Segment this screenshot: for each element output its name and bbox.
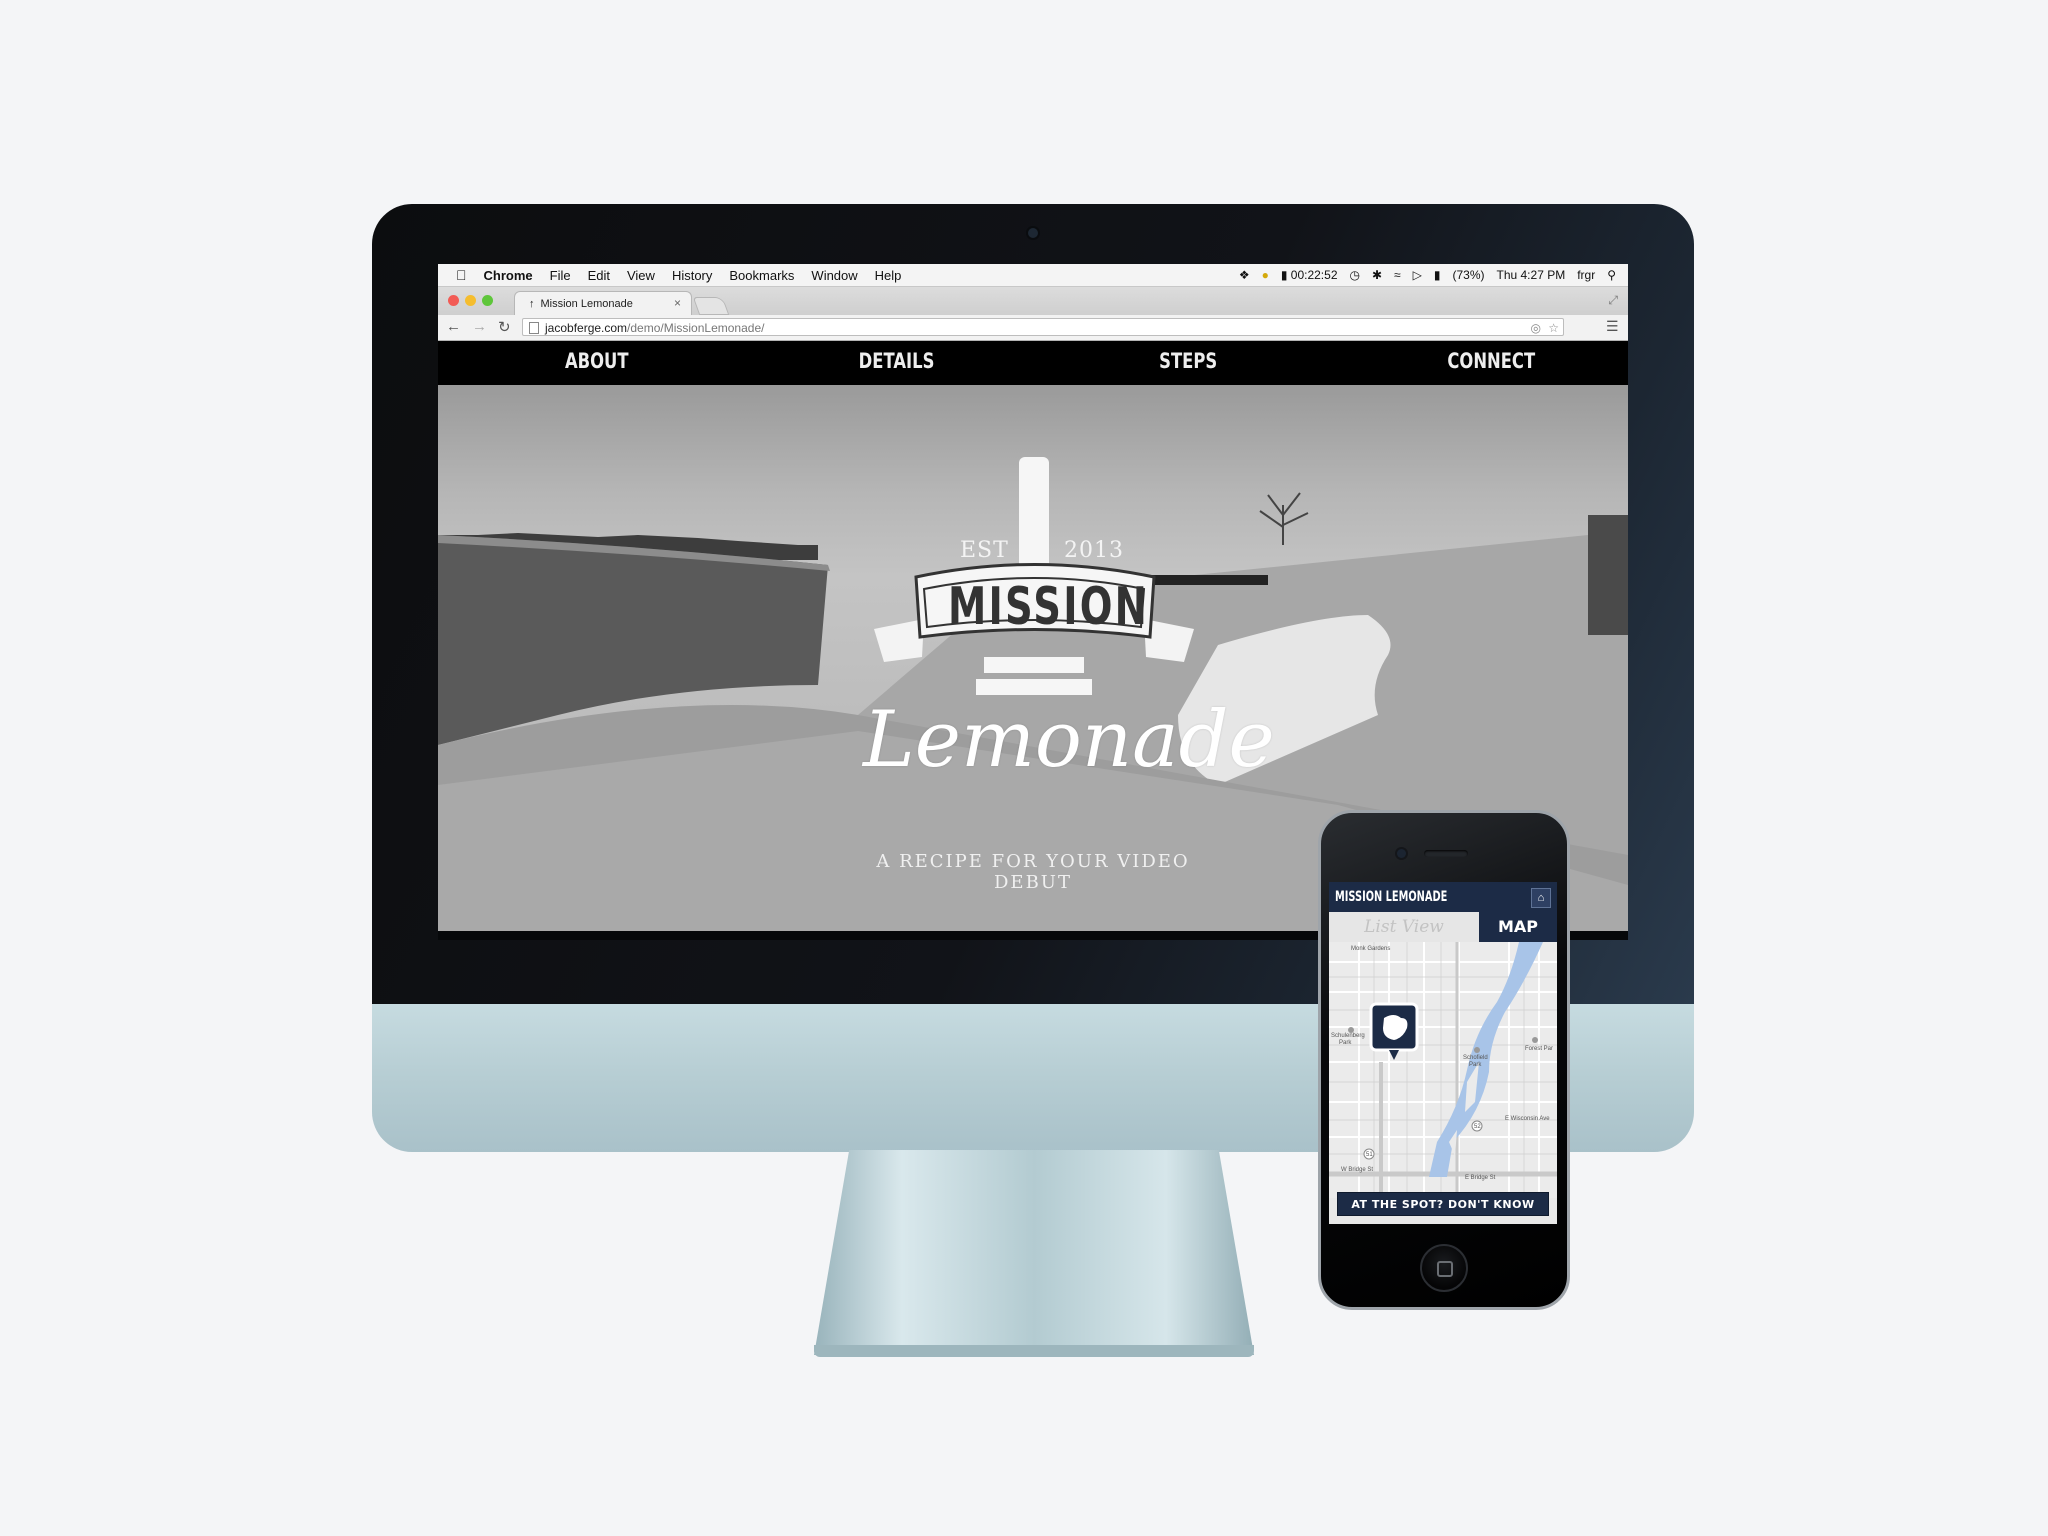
close-window-button[interactable]	[448, 295, 459, 306]
mac-menubar:  Chrome File Edit View History Bookmark…	[438, 264, 1628, 287]
tab-list-view[interactable]: List View	[1329, 912, 1479, 942]
browser-toolbar: ← → ↻ jacobferge.com/demo/MissionLemonad…	[438, 315, 1628, 341]
iphone-speaker	[1424, 850, 1468, 857]
hero-year: 2013	[1064, 538, 1124, 563]
tab-favicon-icon: ↑	[529, 297, 535, 310]
tab-close-icon[interactable]: ×	[674, 296, 681, 310]
nav-steps[interactable]: STEPS	[1159, 349, 1217, 373]
imac-stand	[814, 1150, 1254, 1355]
menu-bookmarks[interactable]: Bookmarks	[729, 268, 794, 283]
apple-menu-icon[interactable]: 	[456, 267, 467, 283]
battery-percent: (73%)	[1452, 268, 1485, 282]
map-label-e-bridge-st: E Bridge St	[1465, 1175, 1496, 1181]
iphone-camera	[1397, 849, 1406, 858]
site-navigation: ABOUT DETAILS STEPS CONNECT	[438, 341, 1628, 385]
nav-details[interactable]: DETAILS	[859, 349, 935, 373]
url-path: /demo/MissionLemonade/	[627, 321, 765, 335]
next-step-button[interactable]: AT THE SPOT? DON'T KNOW WHAT'S NEXT?	[1337, 1192, 1549, 1224]
map-label-schulenberg: Schulenberg	[1331, 1033, 1365, 1039]
home-icon[interactable]: ⌂	[1531, 888, 1551, 908]
hero-brand-mission: MISSION	[948, 577, 1150, 637]
imac-camera	[1028, 228, 1038, 238]
nav-connect[interactable]: CONNECT	[1447, 349, 1535, 373]
hero-est: EST	[960, 538, 1009, 563]
map-label-wisconsin-ave: E Wisconsin Ave	[1505, 1116, 1550, 1122]
tab-map[interactable]: MAP	[1479, 912, 1557, 942]
bookmark-star-icon[interactable]: ☆	[1548, 319, 1559, 337]
zoom-window-button[interactable]	[482, 295, 493, 306]
home-square-icon	[1437, 1261, 1453, 1277]
phone-app-title: MISSION LEMONADE	[1335, 889, 1448, 905]
map-label-park1: Park	[1339, 1040, 1352, 1046]
menu-history[interactable]: History	[672, 268, 712, 283]
map-label-park2: Park	[1469, 1062, 1482, 1068]
wifi-icon[interactable]: ≈	[1394, 268, 1401, 282]
time-machine-icon[interactable]: ◷	[1350, 268, 1360, 282]
status-dot-icon[interactable]: ●	[1262, 268, 1269, 282]
menubar-user[interactable]: frgr	[1577, 268, 1595, 282]
forward-arrow-icon[interactable]: →	[472, 318, 487, 335]
page-icon	[529, 322, 539, 334]
fullscreen-icon[interactable]: ⤢	[1608, 293, 1618, 308]
browser-tab-strip: ↑ Mission Lemonade × ⤢	[438, 287, 1628, 315]
menu-help[interactable]: Help	[875, 268, 902, 283]
menu-view[interactable]: View	[627, 268, 655, 283]
map-label-w-bridge-st: W Bridge St	[1341, 1167, 1373, 1173]
menu-hamburger-icon[interactable]: ☰	[1606, 318, 1619, 335]
phone-screen: MISSION LEMONADE ⌂ List View MAP Monk Ga…	[1329, 882, 1557, 1224]
phone-map-view[interactable]: Monk Gardens Schulenberg Park Schofield …	[1329, 942, 1557, 1198]
menu-edit[interactable]: Edit	[588, 268, 610, 283]
volume-icon[interactable]: ▷	[1413, 268, 1422, 282]
menu-file[interactable]: File	[550, 268, 571, 283]
back-arrow-icon[interactable]: ←	[446, 318, 461, 335]
timer-text: 00:22:52	[1290, 268, 1338, 282]
phone-app-header: MISSION LEMONADE ⌂	[1329, 882, 1557, 912]
map-route-51: 51	[1366, 1152, 1373, 1158]
reload-icon[interactable]: ↻	[498, 318, 511, 336]
url-domain: jacobferge.com	[545, 321, 628, 335]
map-route-52: 52	[1474, 1124, 1481, 1130]
hero-tagline: A RECIPE FOR YOUR VIDEO DEBUT	[876, 851, 1190, 893]
new-tab-button[interactable]	[692, 297, 730, 315]
minimize-window-button[interactable]	[465, 295, 476, 306]
location-icon[interactable]: ◎	[1531, 319, 1541, 337]
map-label-monk-gardens: Monk Gardens	[1351, 946, 1390, 952]
timer-readout[interactable]: ▮ 00:22:52	[1281, 268, 1338, 282]
map-label-forest-park: Forest Par	[1525, 1046, 1553, 1052]
hero-brand-lemonade: Lemonade	[863, 695, 1275, 785]
tab-title: Mission Lemonade	[540, 297, 633, 310]
bluetooth-icon[interactable]: ✱	[1372, 268, 1382, 282]
imac-stand-base	[814, 1345, 1254, 1357]
menubar-status-area: ❖ ● ▮ 00:22:52 ◷ ✱ ≈ ▷ ▮ (73%) Thu 4:27 …	[1239, 268, 1628, 282]
dropbox-icon[interactable]: ❖	[1239, 268, 1250, 282]
menu-window[interactable]: Window	[811, 268, 857, 283]
address-bar[interactable]: jacobferge.com/demo/MissionLemonade/ ◎ ☆	[522, 318, 1564, 336]
nav-about[interactable]: ABOUT	[565, 349, 629, 373]
menubar-clock[interactable]: Thu 4:27 PM	[1497, 268, 1566, 282]
map-label-schofield: Schofield	[1463, 1055, 1488, 1061]
browser-tab-active[interactable]: ↑ Mission Lemonade ×	[514, 291, 692, 315]
menu-app-name[interactable]: Chrome	[484, 268, 533, 283]
street-map: Monk Gardens Schulenberg Park Schofield …	[1329, 942, 1557, 1198]
spotlight-search-icon[interactable]: ⚲	[1607, 268, 1616, 282]
battery-icon[interactable]: ▮	[1434, 268, 1441, 282]
